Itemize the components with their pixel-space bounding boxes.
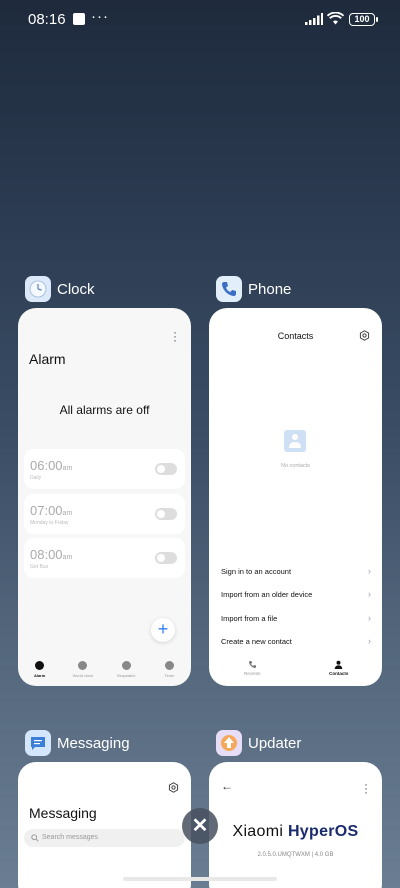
signal-icon xyxy=(305,13,323,25)
alarm-item: 07:00am Monday to Friday xyxy=(24,494,185,534)
recents-phone-icon xyxy=(248,661,256,668)
app-header-updater[interactable]: Updater xyxy=(216,729,301,757)
app-name-clock: Clock xyxy=(57,280,95,298)
clock-app-icon xyxy=(25,276,51,302)
clock-app-card[interactable]: · · · Alarm All alarms are off 06:00am Dai… xyxy=(18,308,191,686)
alarm-time: 07:00am xyxy=(30,503,73,518)
chevron-right-icon: › xyxy=(368,613,371,623)
wifi-icon xyxy=(327,12,344,25)
alarm-time: 06:00am xyxy=(30,458,73,473)
action-sign-in: Sign in to an account › xyxy=(221,566,371,576)
updater-app-icon xyxy=(216,730,242,756)
os-version: 2.0.5.0.UMQTWXM | 4.0 GB xyxy=(257,852,334,858)
page-title: Messaging xyxy=(29,805,97,821)
alarm-time: 08:00am xyxy=(30,547,73,562)
add-alarm-button: + xyxy=(151,618,175,642)
settings-icon xyxy=(359,330,370,341)
status-time: 08:16 xyxy=(28,11,66,28)
app-name-updater: Updater xyxy=(248,734,302,752)
empty-state-text: All alarms are off xyxy=(59,403,150,417)
alarm-icon xyxy=(35,661,45,670)
more-options-icon: · · · xyxy=(364,777,368,799)
clear-all-button[interactable]: ✕ xyxy=(182,808,218,844)
app-header-phone[interactable]: Phone xyxy=(216,275,291,303)
more-options-icon: · · · xyxy=(173,325,177,347)
alarm-toggle xyxy=(155,463,177,475)
app-name-messaging: Messaging xyxy=(57,734,130,752)
world-clock-icon xyxy=(78,661,88,670)
chevron-right-icon: › xyxy=(368,566,371,576)
alarm-repeat: Monday to Friday xyxy=(30,520,69,526)
nav-item-alarm: Alarm xyxy=(18,658,61,686)
nav-item-recents: Recents xyxy=(209,660,296,686)
messaging-app-icon xyxy=(25,730,51,756)
contact-placeholder-icon xyxy=(284,430,306,452)
updater-app-card[interactable]: ← · · · Xiaomi HyperOS 2.0.5.0.UMQTWXM | 4… xyxy=(209,762,382,888)
alarm-repeat: Get Bus xyxy=(30,564,49,570)
action-create-contact: Create a new contact › xyxy=(221,636,371,646)
nav-item-stopwatch: Stopwatch xyxy=(105,658,148,686)
alarm-toggle xyxy=(155,508,177,520)
nav-item-contacts: Contacts xyxy=(296,660,383,686)
phone-app-icon xyxy=(216,276,242,302)
os-brand-title: Xiaomi HyperOS xyxy=(232,823,359,840)
chevron-right-icon: › xyxy=(368,589,371,599)
nav-item-world-clock: World clock xyxy=(61,658,104,686)
nav-item-timer: Timer xyxy=(148,658,191,686)
action-import-older-device: Import from an older device › xyxy=(221,589,371,599)
notification-icon xyxy=(73,13,85,25)
timer-icon xyxy=(164,661,174,670)
home-indicator[interactable] xyxy=(123,877,277,881)
settings-icon xyxy=(168,782,179,793)
messaging-app-card[interactable]: Messaging Search messages xyxy=(18,762,191,888)
battery-indicator: 100 xyxy=(349,13,378,26)
status-bar: 08:16 ··· 100 xyxy=(0,0,400,40)
more-notifications-icon: ··· xyxy=(91,8,109,25)
chevron-right-icon: › xyxy=(368,636,371,646)
app-header-clock[interactable]: Clock xyxy=(25,275,95,303)
bottom-nav: Alarm World clock Stopwatch Timer xyxy=(18,658,191,686)
search-icon xyxy=(31,834,39,842)
phone-app-card[interactable]: Contacts No contacts Sign in to an accou… xyxy=(209,308,382,686)
alarm-toggle xyxy=(155,552,177,564)
app-name-phone: Phone xyxy=(248,280,292,298)
page-title: Alarm xyxy=(29,351,66,367)
stopwatch-icon xyxy=(121,661,131,670)
alarm-item: 06:00am Daily xyxy=(24,449,185,489)
page-title: Contacts xyxy=(277,331,314,341)
back-arrow-icon: ← xyxy=(221,779,233,793)
alarm-item: 08:00am Get Bus xyxy=(24,538,185,578)
alarm-repeat: Daily xyxy=(30,475,42,481)
contacts-person-icon xyxy=(334,660,343,669)
empty-state-text: No contacts xyxy=(280,463,311,469)
bottom-nav: Recents Contacts xyxy=(209,660,382,686)
action-import-file: Import from a file › xyxy=(221,613,371,623)
search-input: Search messages xyxy=(24,829,185,847)
app-header-messaging[interactable]: Messaging xyxy=(25,729,130,757)
